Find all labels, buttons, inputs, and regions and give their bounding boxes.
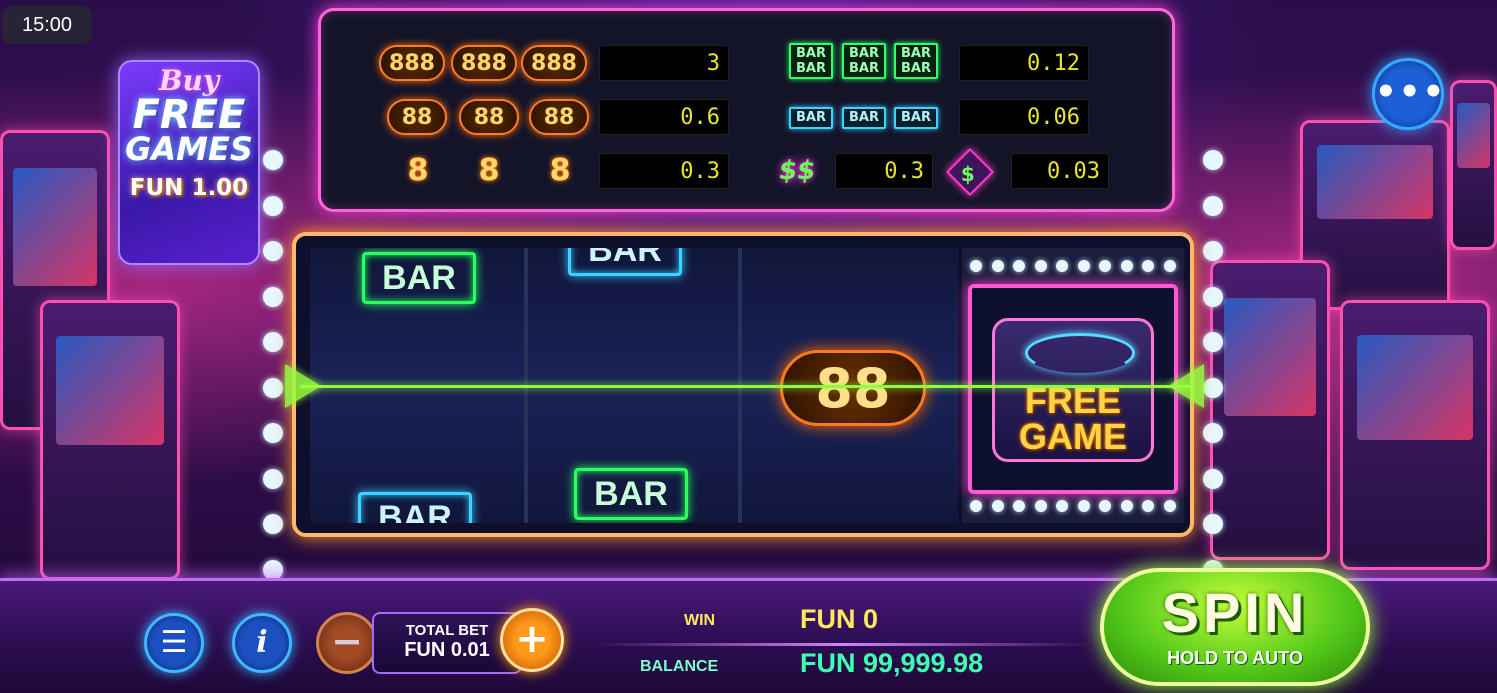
payout-888: 3 bbox=[599, 45, 729, 81]
menu-button[interactable]: ☰ bbox=[144, 613, 204, 673]
swoosh-icon bbox=[1025, 333, 1135, 373]
total-bet-label: TOTAL BET bbox=[405, 622, 489, 639]
status-time: 15:00 bbox=[2, 6, 92, 44]
info-button[interactable]: i bbox=[232, 613, 292, 673]
bar-symbol: BAR bbox=[568, 248, 682, 276]
win-label: WIN bbox=[684, 612, 716, 629]
balance-label: BALANCE bbox=[640, 658, 719, 675]
double-eight-symbol: 88 bbox=[780, 350, 926, 426]
free-game-label: FREE GAME bbox=[1019, 380, 1127, 457]
bar-symbol: BAR bbox=[358, 492, 472, 523]
dollar-sign-icon: $$ bbox=[768, 151, 826, 191]
divider bbox=[592, 643, 1092, 646]
paytable: 888 888 888 3 88 88 88 0.6 8 8 8 0.3 BAR… bbox=[318, 8, 1175, 212]
triple-eight-icon: 888 bbox=[379, 45, 445, 81]
double-bar-icon: BAR BAR bbox=[894, 43, 938, 79]
spin-label: SPIN bbox=[1161, 581, 1309, 644]
eight-icon: 8 bbox=[549, 153, 571, 188]
payout-88: 0.6 bbox=[599, 99, 729, 135]
payout-8: 0.3 bbox=[599, 153, 729, 189]
more-options-button[interactable]: ••• bbox=[1372, 58, 1444, 130]
bar-icon: BAR bbox=[894, 107, 938, 129]
payline-left-arrow-icon bbox=[285, 364, 321, 408]
buy-price: FUN 1.00 bbox=[129, 175, 249, 201]
bar-icon: BAR bbox=[789, 107, 833, 129]
eight-icon: 8 bbox=[407, 153, 429, 188]
background-slot-machine bbox=[1210, 260, 1330, 560]
bulb-row-top bbox=[970, 260, 1176, 276]
hamburger-icon: ☰ bbox=[160, 625, 188, 660]
hold-to-auto-label: HOLD TO AUTO bbox=[1167, 648, 1303, 668]
double-eight-icon: 88 bbox=[387, 99, 447, 135]
increase-bet-button[interactable]: + bbox=[500, 608, 564, 672]
triple-eight-icon: 888 bbox=[521, 45, 587, 81]
free-game-symbol: FREE GAME bbox=[968, 284, 1178, 494]
games-label: GAMES bbox=[125, 130, 253, 168]
background-slot-machine bbox=[1450, 80, 1497, 250]
background-slot-machine bbox=[40, 300, 180, 580]
total-bet-value: FUN 0.01 bbox=[404, 639, 490, 661]
buy-free-games-button[interactable]: Buy FREE GAMES FUN 1.00 bbox=[118, 60, 260, 265]
double-bar-icon: BAR BAR bbox=[789, 43, 833, 79]
eight-icon: 8 bbox=[478, 153, 500, 188]
background-slot-machine bbox=[1340, 300, 1490, 570]
left-light-strip bbox=[258, 150, 288, 580]
payline bbox=[300, 385, 1190, 388]
payline-right-arrow-icon bbox=[1168, 364, 1204, 408]
win-value: FUN 0 bbox=[800, 604, 879, 634]
bar-symbol: BAR bbox=[574, 468, 688, 520]
double-bar-icon: BAR BAR bbox=[842, 43, 886, 79]
spin-button[interactable]: SPIN HOLD TO AUTO bbox=[1100, 568, 1370, 686]
double-eight-icon: 88 bbox=[459, 99, 519, 135]
payout-dollar: 0.3 bbox=[835, 153, 933, 189]
info-icon: i bbox=[256, 625, 268, 660]
payout-bar: 0.06 bbox=[959, 99, 1089, 135]
free-game-sign: FREE GAME bbox=[992, 318, 1154, 462]
bulb-row-bottom bbox=[970, 500, 1176, 516]
triple-eight-icon: 888 bbox=[451, 45, 517, 81]
payout-double-bar: 0.12 bbox=[959, 45, 1089, 81]
decrease-bet-button[interactable]: − bbox=[316, 612, 378, 674]
balance-value: FUN 99,999.98 bbox=[800, 648, 984, 678]
payout-diamond: 0.03 bbox=[1011, 153, 1109, 189]
bar-icon: BAR bbox=[842, 107, 886, 129]
bar-symbol: BAR bbox=[362, 252, 476, 304]
double-eight-icon: 88 bbox=[529, 99, 589, 135]
free-label: FREE bbox=[132, 92, 246, 138]
diamond-dollar-icon: $ bbox=[945, 147, 995, 197]
